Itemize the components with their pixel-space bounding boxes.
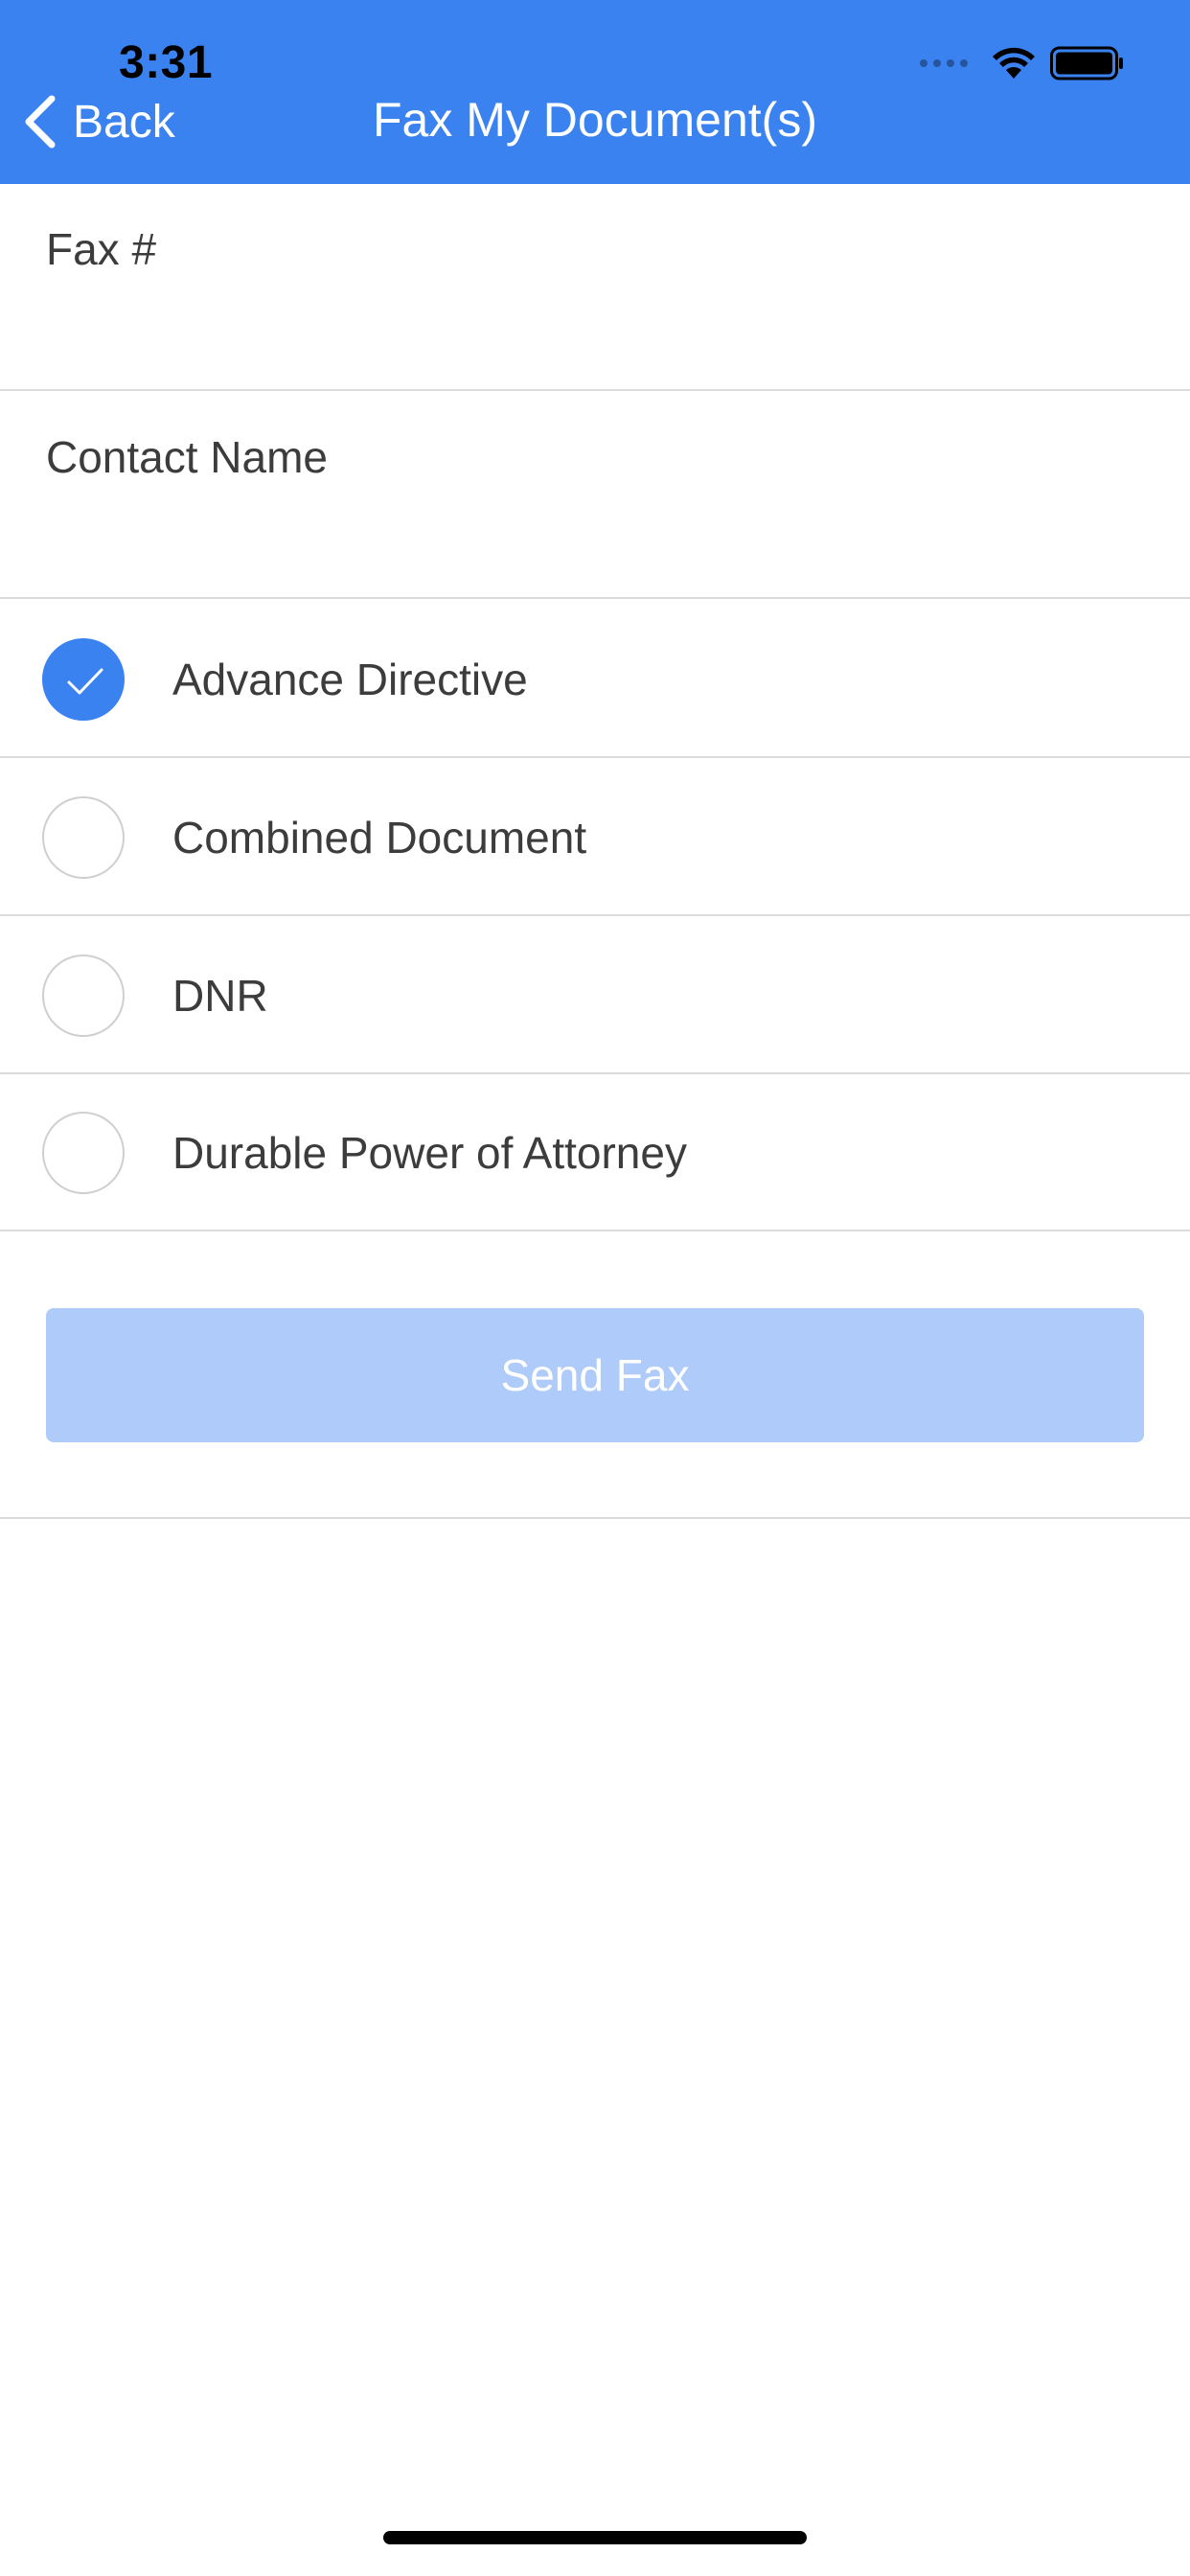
document-option-label: Durable Power of Attorney bbox=[172, 1128, 687, 1178]
radio-circle-icon[interactable] bbox=[42, 1112, 125, 1194]
document-option-durable-power-of-attorney[interactable]: Durable Power of Attorney bbox=[0, 1073, 1190, 1231]
battery-icon bbox=[1050, 46, 1123, 80]
fax-number-label: Fax # bbox=[46, 224, 157, 274]
status-time: 3:31 bbox=[119, 37, 214, 88]
checkmark-icon[interactable] bbox=[42, 638, 125, 721]
contact-name-input[interactable] bbox=[46, 500, 1144, 577]
signal-dots-icon bbox=[920, 59, 968, 67]
page-title: Fax My Document(s) bbox=[373, 93, 817, 147]
document-option-combined-document[interactable]: Combined Document bbox=[0, 758, 1190, 916]
fax-number-input[interactable] bbox=[46, 292, 1144, 369]
document-option-label: Advance Directive bbox=[172, 655, 528, 704]
contact-name-label: Contact Name bbox=[46, 432, 329, 482]
fax-number-field[interactable]: Fax # bbox=[0, 185, 1190, 391]
home-indicator[interactable] bbox=[383, 2531, 807, 2544]
wifi-icon bbox=[993, 47, 1035, 79]
status-icons bbox=[920, 44, 1125, 82]
radio-circle-icon[interactable] bbox=[42, 954, 125, 1037]
navigation-bar: 3:31 Back Fax My Document(s) bbox=[0, 0, 1190, 184]
send-button-section: Send Fax bbox=[0, 1231, 1190, 1519]
radio-circle-icon[interactable] bbox=[42, 796, 125, 879]
contact-name-field[interactable]: Contact Name bbox=[0, 393, 1190, 599]
document-option-dnr[interactable]: DNR bbox=[0, 916, 1190, 1074]
document-option-label: Combined Document bbox=[172, 813, 587, 862]
document-option-advance-directive[interactable]: Advance Directive bbox=[0, 600, 1190, 758]
send-fax-button[interactable]: Send Fax bbox=[46, 1308, 1144, 1442]
document-option-label: DNR bbox=[172, 971, 268, 1021]
fax-documents-screen: 3:31 Back Fax My Document(s) Fax # Conta… bbox=[0, 0, 1190, 2576]
